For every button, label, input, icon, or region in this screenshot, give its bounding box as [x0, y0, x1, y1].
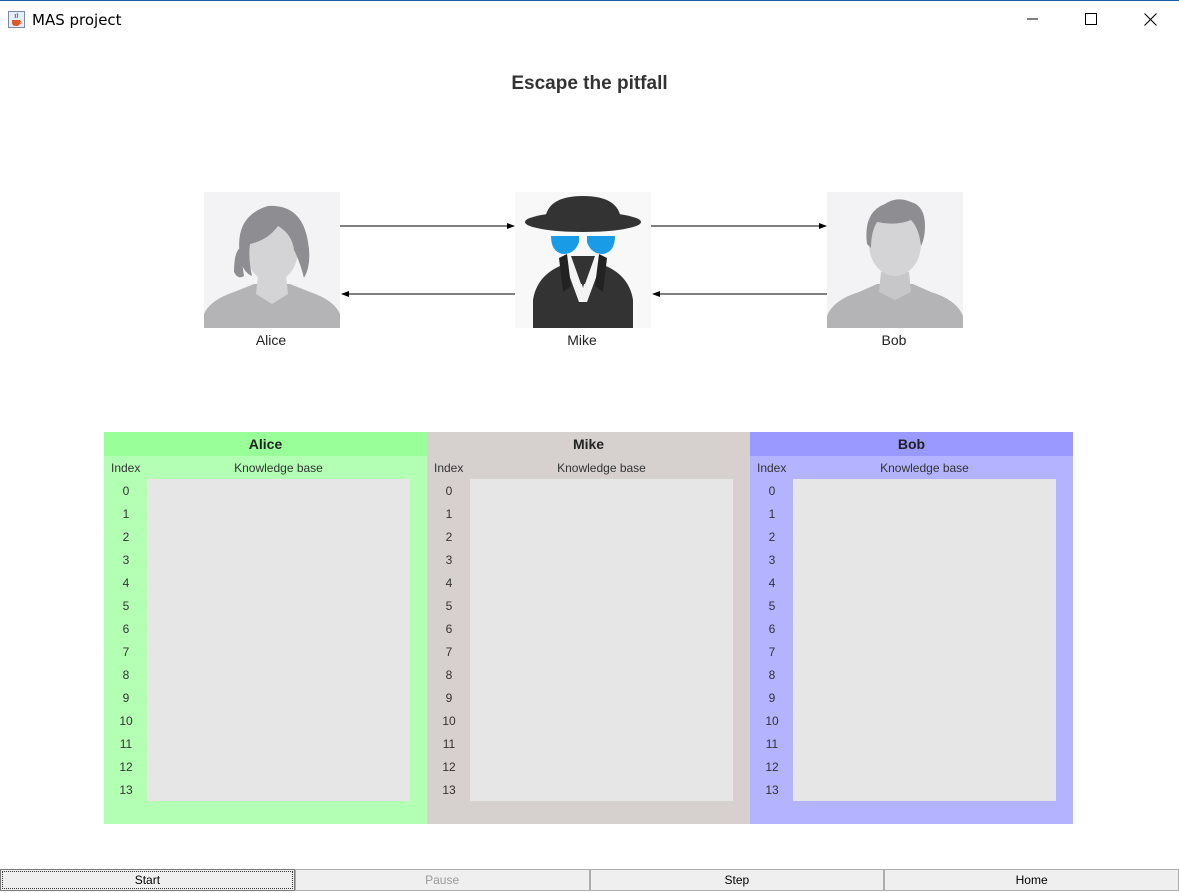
index-number: 8 [122, 668, 130, 682]
bob-label: Bob [881, 332, 907, 348]
index-number: 5 [768, 599, 776, 613]
index-number: 2 [445, 530, 453, 544]
index-number: 4 [122, 576, 130, 590]
index-number: 0 [445, 484, 453, 498]
index-number: 5 [122, 599, 130, 613]
close-button[interactable] [1121, 1, 1179, 37]
panel-title: Bob [750, 432, 1073, 456]
java-cup-icon [8, 11, 25, 28]
index-number: 2 [768, 530, 776, 544]
title-bar: MAS project [0, 1, 1179, 37]
index-number: 5 [445, 599, 453, 613]
index-column-header: Index [434, 461, 464, 475]
start-button[interactable]: Start [0, 869, 295, 891]
maximize-button[interactable] [1062, 1, 1120, 37]
index-number: 3 [445, 553, 453, 567]
maximize-icon [1085, 13, 1097, 25]
index-number: 12 [765, 760, 779, 774]
index-number: 13 [119, 783, 133, 797]
panel-title: Alice [104, 432, 427, 456]
index-number: 9 [122, 691, 130, 705]
minimize-icon [1027, 13, 1039, 25]
index-number: 6 [445, 622, 453, 636]
male-avatar-icon [827, 192, 963, 332]
index-number: 1 [768, 507, 776, 521]
index-number: 11 [442, 737, 456, 751]
index-number: 2 [122, 530, 130, 544]
knowledge-base-list[interactable] [470, 479, 733, 801]
index-number: 0 [768, 484, 776, 498]
home-button[interactable]: Home [884, 869, 1179, 891]
index-number: 6 [122, 622, 130, 636]
index-number: 9 [768, 691, 776, 705]
page-title: Escape the pitfall [511, 73, 668, 94]
index-number: 1 [445, 507, 453, 521]
index-number: 13 [442, 783, 456, 797]
step-button[interactable]: Step [589, 869, 885, 891]
index-number: 1 [122, 507, 130, 521]
index-number: 8 [768, 668, 776, 682]
knowledge-base-list[interactable] [793, 479, 1056, 801]
index-number: 7 [122, 645, 130, 659]
alice-label: Alice [255, 332, 287, 348]
panel-title: Mike [427, 432, 750, 456]
index-number: 7 [768, 645, 776, 659]
knowledge-base-header: Knowledge base [234, 461, 323, 475]
index-number: 11 [119, 737, 133, 751]
alice-knowledge-panel: Alice Index Knowledge base 0 1 2 3 4 5 6 7 8 9 10 1… [104, 432, 427, 824]
index-number: 10 [119, 714, 133, 728]
close-icon [1143, 12, 1157, 26]
index-number: 0 [122, 484, 130, 498]
index-number: 9 [445, 691, 453, 705]
knowledge-base-header: Knowledge base [880, 461, 969, 475]
index-number: 13 [765, 783, 779, 797]
index-column-header: Index [757, 461, 787, 475]
index-number: 6 [768, 622, 776, 636]
index-number: 12 [119, 760, 133, 774]
spy-icon [515, 192, 651, 332]
index-number: 10 [765, 714, 779, 728]
knowledge-base-list[interactable] [147, 479, 410, 801]
index-number: 8 [445, 668, 453, 682]
index-number: 11 [765, 737, 779, 751]
control-bar: Start Pause Step Home [0, 869, 1179, 892]
knowledge-base-header: Knowledge base [557, 461, 646, 475]
bob-avatar [827, 192, 963, 328]
index-number: 10 [442, 714, 456, 728]
index-number: 4 [768, 576, 776, 590]
index-column-header: Index [111, 461, 141, 475]
index-number: 3 [122, 553, 130, 567]
alice-avatar [204, 192, 340, 328]
minimize-button[interactable] [1004, 1, 1062, 37]
female-avatar-icon [204, 192, 340, 332]
index-number: 12 [442, 760, 456, 774]
window-title: MAS project [32, 11, 122, 29]
index-number: 4 [445, 576, 453, 590]
mike-knowledge-panel: Mike Index Knowledge base 0 1 2 3 4 5 6 7 8 9 10 11… [427, 432, 750, 824]
app-window: MAS project Escape the pitfall Alice Mik… [0, 0, 1179, 893]
bob-knowledge-panel: Bob Index Knowledge base 0 1 2 3 4 5 6 7 8 9 10 11 1… [750, 432, 1073, 824]
mike-avatar [515, 192, 651, 328]
pause-button[interactable]: Pause [294, 869, 590, 891]
index-number: 7 [445, 645, 453, 659]
index-number: 3 [768, 553, 776, 567]
mike-label: Mike [567, 332, 597, 348]
